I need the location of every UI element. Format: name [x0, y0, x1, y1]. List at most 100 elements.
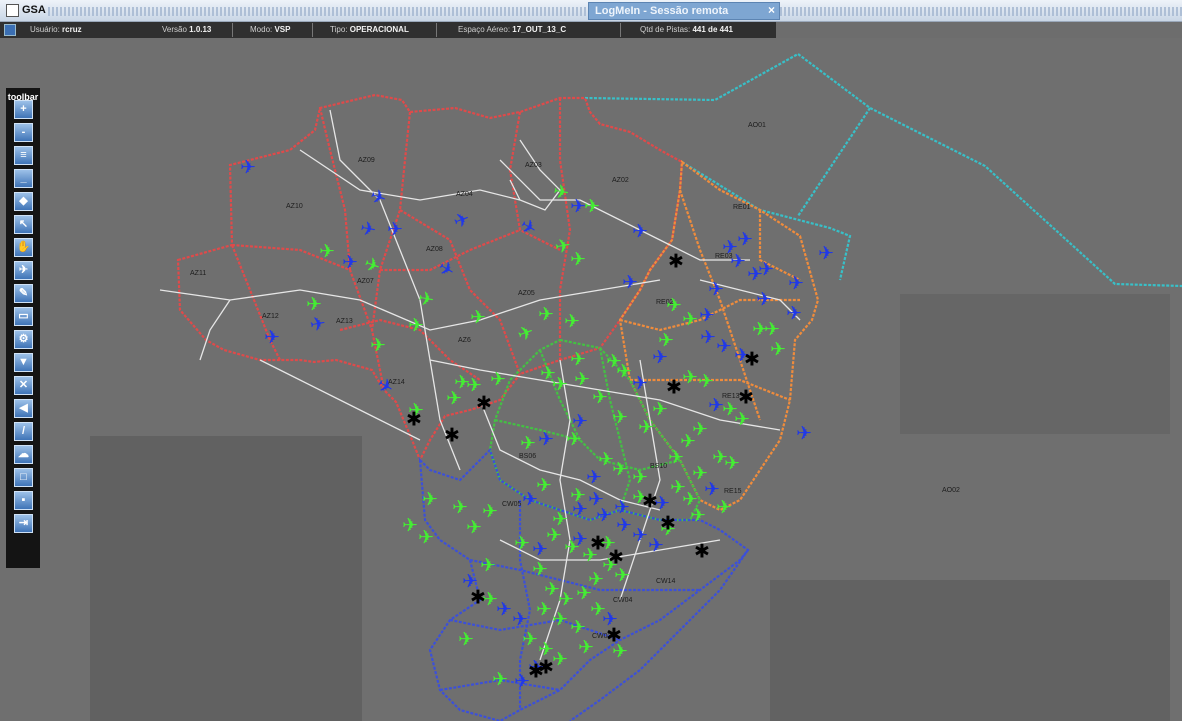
zoom-in-icon[interactable]: + — [14, 100, 33, 119]
save-icon[interactable]: ▪ — [14, 491, 33, 510]
aircraft-icon[interactable]: ✈ — [616, 515, 632, 537]
aircraft-icon[interactable]: ✈ — [632, 467, 648, 489]
aircraft-tool-icon[interactable]: ✈ — [14, 261, 33, 280]
aircraft-icon[interactable]: ✈ — [496, 599, 512, 621]
aircraft-icon[interactable]: ✈ — [612, 459, 628, 481]
aircraft-icon[interactable]: ✈ — [818, 243, 834, 265]
aircraft-icon[interactable]: ✈ — [796, 423, 812, 445]
aircraft-icon[interactable]: ✈ — [716, 497, 732, 519]
aircraft-icon[interactable]: ✈ — [452, 497, 468, 519]
holding-aircraft-icon[interactable]: ✱ — [608, 547, 624, 569]
aircraft-icon[interactable]: ✈ — [319, 241, 335, 263]
aircraft-icon[interactable]: ✈ — [699, 305, 715, 327]
filter-icon[interactable]: ▼ — [14, 353, 33, 372]
aircraft-icon[interactable]: ✈ — [786, 303, 802, 325]
aircraft-icon[interactable]: ✈ — [682, 309, 698, 331]
holding-aircraft-icon[interactable]: ✱ — [668, 251, 684, 273]
hand-icon[interactable]: ✋ — [14, 238, 33, 257]
aircraft-icon[interactable]: ✈ — [458, 629, 474, 651]
holding-aircraft-icon[interactable]: ✱ — [590, 533, 606, 555]
aircraft-icon[interactable]: ✈ — [536, 599, 552, 621]
aircraft-icon[interactable]: ✈ — [592, 387, 608, 409]
window-icon[interactable]: □ — [14, 468, 33, 487]
aircraft-icon[interactable]: ✈ — [512, 609, 528, 631]
aircraft-icon[interactable]: ✈ — [616, 361, 632, 383]
holding-aircraft-icon[interactable]: ✱ — [738, 387, 754, 409]
aircraft-icon[interactable]: ✈ — [570, 249, 586, 271]
aircraft-icon[interactable]: ✈ — [632, 525, 648, 547]
aircraft-icon[interactable]: ✈ — [770, 339, 786, 361]
airspace-map[interactable]: AZ09 AZ10 AZ04 AZ03 AZ02 AZ11 AZ07 AZ08 AZ05 AZ12… — [0, 0, 1182, 721]
aircraft-icon[interactable]: ✈ — [612, 407, 628, 429]
aircraft-icon[interactable]: ✈ — [538, 304, 554, 326]
aircraft-icon[interactable]: ✈ — [466, 517, 482, 539]
aircraft-icon[interactable]: ✈ — [648, 535, 664, 557]
aircraft-icon[interactable]: ✈ — [708, 279, 724, 301]
aircraft-icon[interactable]: ✈ — [566, 429, 582, 451]
aircraft-icon[interactable]: ✈ — [700, 327, 716, 349]
aircraft-icon[interactable]: ✈ — [522, 629, 538, 651]
minimize-icon[interactable]: _ — [14, 169, 33, 188]
aircraft-icon[interactable]: ✈ — [690, 505, 706, 527]
aircraft-icon[interactable]: ✈ — [418, 527, 434, 549]
holding-aircraft-icon[interactable]: ✱ — [406, 409, 422, 431]
aircraft-icon[interactable]: ✈ — [564, 311, 580, 333]
aircraft-icon[interactable]: ✈ — [570, 349, 586, 371]
aircraft-icon[interactable]: ✈ — [758, 259, 774, 281]
aircraft-icon[interactable]: ✈ — [514, 533, 530, 555]
aircraft-icon[interactable]: ✈ — [737, 229, 753, 251]
label-icon[interactable]: ▭ — [14, 307, 33, 326]
aircraft-icon[interactable]: ✈ — [520, 433, 536, 455]
exit-icon[interactable]: ⇥ — [14, 514, 33, 533]
aircraft-icon[interactable]: ✈ — [370, 335, 386, 357]
aircraft-icon[interactable]: ✈ — [446, 388, 462, 410]
aircraft-icon[interactable]: ✈ — [724, 453, 740, 475]
aircraft-icon[interactable]: ✈ — [682, 367, 698, 389]
aircraft-icon[interactable]: ✈ — [532, 559, 548, 581]
aircraft-icon[interactable]: ✈ — [638, 417, 654, 439]
aircraft-icon[interactable]: ✈ — [342, 252, 358, 274]
sound-icon[interactable]: ◀ — [14, 399, 33, 418]
aircraft-icon[interactable]: ✈ — [552, 609, 568, 631]
aircraft-icon[interactable]: ✈ — [652, 399, 668, 421]
aircraft-icon[interactable]: ✈ — [788, 273, 804, 295]
aircraft-icon[interactable]: ✈ — [716, 336, 732, 358]
holding-aircraft-icon[interactable]: ✱ — [606, 625, 622, 647]
aircraft-icon[interactable]: ✈ — [764, 319, 780, 341]
weather-icon[interactable]: ☁ — [14, 445, 33, 464]
aircraft-icon[interactable]: ✈ — [632, 221, 648, 243]
aircraft-icon[interactable]: ✈ — [632, 373, 648, 395]
aircraft-icon[interactable]: ✈ — [552, 374, 568, 396]
aircraft-icon[interactable]: ✈ — [240, 157, 256, 179]
aircraft-icon[interactable]: ✈ — [756, 289, 772, 311]
holding-aircraft-icon[interactable]: ✱ — [470, 587, 486, 609]
aircraft-icon[interactable]: ✈ — [572, 529, 588, 551]
aircraft-icon[interactable]: ✈ — [570, 617, 586, 639]
aircraft-icon[interactable]: ✈ — [264, 327, 280, 349]
map-icon[interactable]: ◆ — [14, 192, 33, 211]
aircraft-icon[interactable]: ✈ — [482, 501, 498, 523]
holding-aircraft-icon[interactable]: ✱ — [666, 377, 682, 399]
holding-aircraft-icon[interactable]: ✱ — [528, 661, 544, 683]
holding-aircraft-icon[interactable]: ✱ — [444, 425, 460, 447]
aircraft-icon[interactable]: ✈ — [408, 315, 424, 337]
aircraft-icon[interactable]: ✈ — [574, 369, 590, 391]
aircraft-icon[interactable]: ✈ — [698, 371, 714, 393]
holding-aircraft-icon[interactable]: ✱ — [642, 491, 658, 513]
aircraft-icon[interactable]: ✈ — [544, 579, 560, 601]
aircraft-icon[interactable]: ✈ — [546, 525, 562, 547]
aircraft-icon[interactable]: ✈ — [470, 307, 486, 329]
aircraft-icon[interactable]: ✈ — [422, 489, 438, 511]
aircraft-icon[interactable]: ✈ — [552, 649, 568, 671]
holding-aircraft-icon[interactable]: ✱ — [744, 349, 760, 371]
layers-icon[interactable]: ≡ — [14, 146, 33, 165]
aircraft-icon[interactable]: ✈ — [730, 251, 746, 273]
holding-aircraft-icon[interactable]: ✱ — [660, 513, 676, 535]
pointer-icon[interactable]: ↖ — [14, 215, 33, 234]
aircraft-icon[interactable]: ✈ — [666, 295, 682, 317]
aircraft-icon[interactable]: ✈ — [586, 467, 602, 489]
aircraft-icon[interactable]: ✈ — [596, 505, 612, 527]
aircraft-icon[interactable]: ✈ — [480, 555, 496, 577]
aircraft-icon[interactable]: ✈ — [492, 669, 508, 691]
aircraft-icon[interactable]: ✈ — [538, 429, 554, 451]
